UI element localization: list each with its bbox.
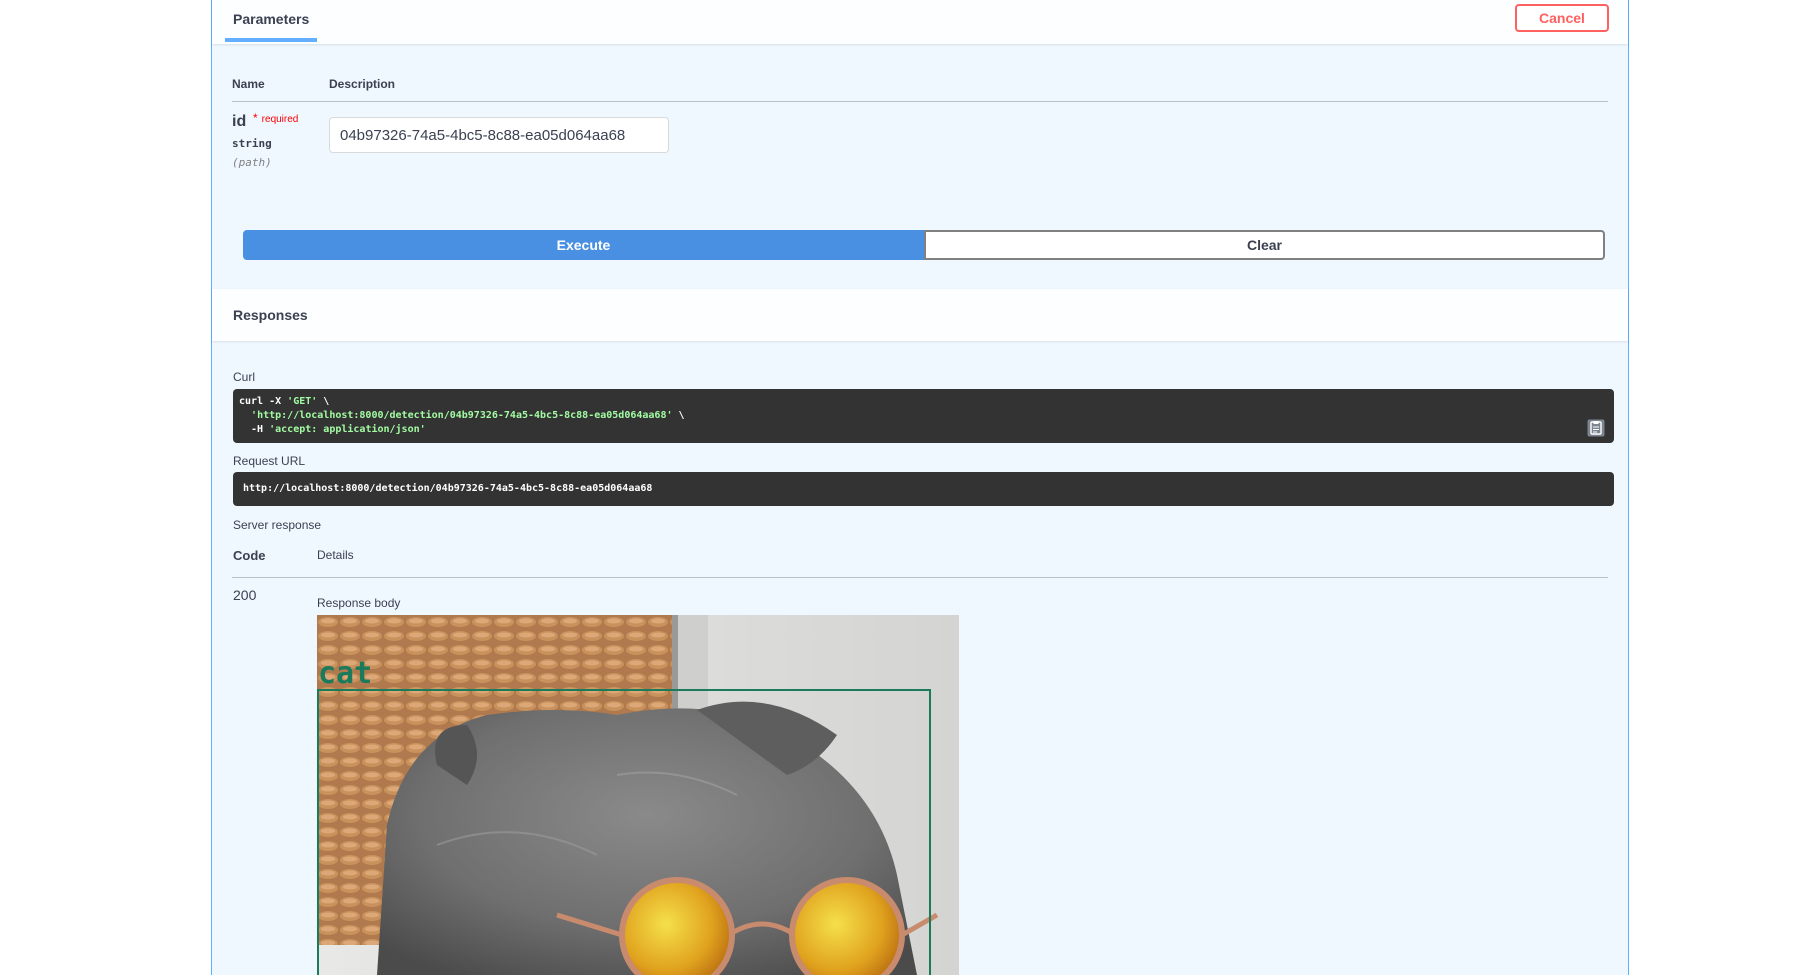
response-body-label: Response body xyxy=(317,596,401,610)
curl-line2-end: \ xyxy=(672,410,685,421)
column-header-details: Details xyxy=(317,548,354,562)
operation-block: Parameters Cancel Name Description id * r… xyxy=(211,0,1629,975)
param-required: * required xyxy=(253,111,298,125)
curl-line1-end: \ xyxy=(317,396,330,407)
curl-method: 'GET' xyxy=(287,396,318,407)
curl-label: Curl xyxy=(233,370,256,384)
parameters-divider xyxy=(232,101,1608,102)
column-header-description: Description xyxy=(329,77,396,91)
param-location: (path) xyxy=(232,156,272,169)
server-response-label: Server response xyxy=(233,518,322,532)
cancel-button[interactable]: Cancel xyxy=(1515,4,1609,32)
curl-flag: -H xyxy=(239,424,270,435)
status-code: 200 xyxy=(233,587,257,603)
detection-label: cat xyxy=(318,656,372,691)
request-url-label: Request URL xyxy=(233,454,306,468)
tab-parameters[interactable]: Parameters xyxy=(233,11,309,27)
response-image: cat xyxy=(317,615,959,975)
column-header-code: Code xyxy=(233,548,266,563)
param-type: string xyxy=(232,137,272,150)
request-url-block[interactable]: http://localhost:8000/detection/04b97326… xyxy=(233,472,1614,506)
required-label: required xyxy=(261,114,299,125)
responses-title: Responses xyxy=(233,307,308,323)
responses-divider xyxy=(232,577,1608,578)
id-input[interactable] xyxy=(329,117,669,153)
curl-cmd: curl -X xyxy=(239,396,288,407)
curl-code-block[interactable]: curl -X 'GET' \ 'http://localhost:8000/d… xyxy=(233,389,1614,443)
tab-active-indicator xyxy=(225,38,317,42)
parameters-header: Parameters Cancel xyxy=(212,0,1628,44)
required-star: * xyxy=(253,111,258,125)
param-name: id xyxy=(232,113,247,130)
execute-wrapper: Execute Clear xyxy=(243,230,1605,260)
copy-to-clipboard-icon[interactable] xyxy=(1587,419,1605,437)
curl-url: 'http://localhost:8000/detection/04b9732… xyxy=(251,410,673,421)
column-header-name: Name xyxy=(232,77,265,91)
execute-button[interactable]: Execute xyxy=(243,230,924,260)
clear-button[interactable]: Clear xyxy=(924,230,1605,260)
curl-header: 'accept: application/json' xyxy=(269,424,426,435)
responses-header xyxy=(212,289,1628,341)
cat-photo: cat xyxy=(317,615,959,975)
